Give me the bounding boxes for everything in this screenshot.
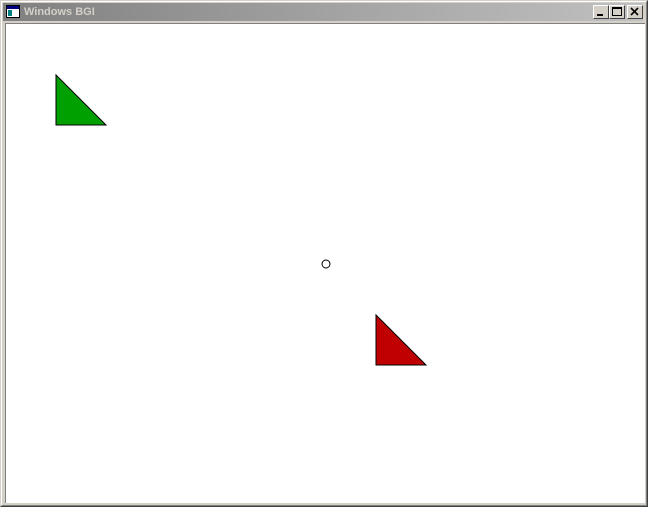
title-bar[interactable]: Windows BGI: [3, 3, 643, 21]
red-triangle: [375, 313, 428, 366]
maximize-button[interactable]: [609, 5, 625, 19]
close-button[interactable]: [627, 5, 643, 19]
app-window: Windows BGI: [0, 0, 648, 507]
green-triangle: [55, 73, 108, 126]
minimize-button[interactable]: [593, 5, 609, 19]
app-window-icon[interactable]: [6, 5, 20, 18]
center-circle: [321, 259, 331, 269]
drawing-canvas[interactable]: [5, 23, 645, 503]
canvas-drawing: [55, 73, 428, 366]
window-title: Windows BGI: [24, 6, 95, 18]
